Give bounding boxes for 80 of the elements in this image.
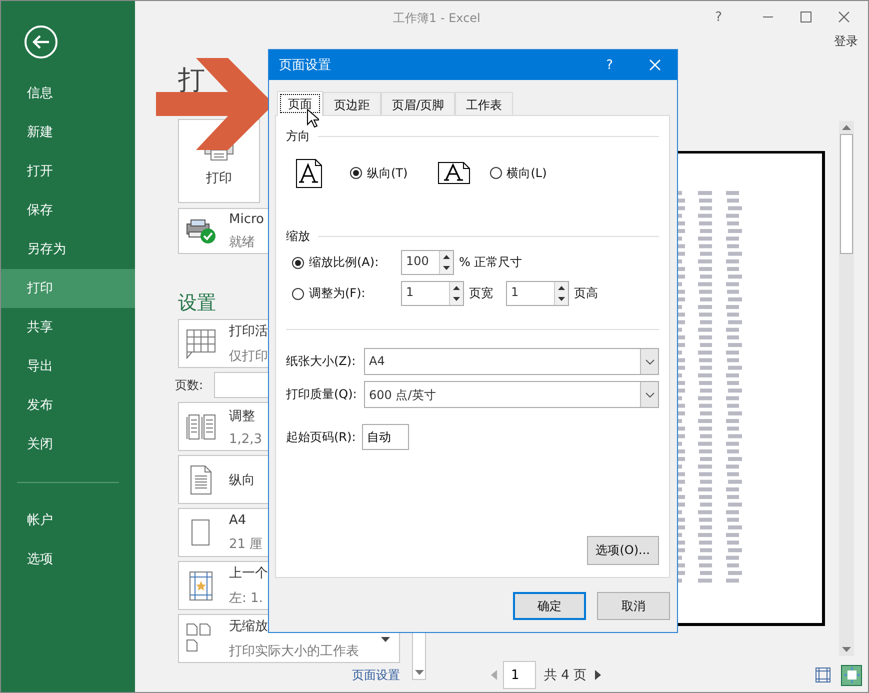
caret-icon [381, 637, 390, 642]
landscape-page-icon [438, 162, 470, 184]
help-button[interactable]: ? [606, 58, 613, 72]
sidebar-item[interactable]: 共享 [1, 308, 135, 347]
cancel-button[interactable]: 取消 [597, 592, 670, 620]
setting-title: A4 [229, 512, 248, 528]
section-heading: 方向 [286, 128, 310, 145]
pages-wide-label: 页宽 [469, 285, 493, 302]
tab[interactable]: 页边距 [323, 92, 381, 117]
sidebar-item[interactable]: 关闭 [1, 425, 135, 464]
chevron-down-icon[interactable] [644, 392, 654, 398]
window-title: 工作簿1 - Excel [393, 10, 480, 27]
radio-label: 纵向(T) [367, 164, 408, 182]
setting-title: 纵向 [229, 472, 255, 488]
setting-title: 调整 [229, 408, 256, 424]
page-count: 共 4 页 [544, 667, 587, 684]
chevron-down-icon[interactable] [644, 358, 654, 364]
sidebar-item[interactable]: 打开 [1, 152, 135, 191]
dropdown[interactable]: A4 [364, 348, 659, 375]
section-heading: 缩放 [286, 228, 310, 245]
page-setup-link[interactable]: 页面设置 [352, 667, 400, 684]
radio-label: 横向(L) [506, 164, 547, 182]
setting-title: 无缩放 [229, 618, 269, 635]
setting-subtitle: 21 厘 [229, 536, 263, 552]
setting-title: 上一个 [229, 565, 268, 582]
radio-button[interactable]: 纵向(T) [350, 164, 408, 182]
sidebar-item[interactable]: 导出 [1, 347, 135, 386]
radio-button[interactable]: 横向(L) [490, 164, 547, 182]
field-label: 起始页码(R): [286, 428, 357, 446]
setting-subtitle: 左: 1. [229, 590, 264, 607]
maximize-icon[interactable] [800, 11, 812, 23]
sidebar-item[interactable]: 新建 [1, 113, 135, 152]
sidebar-item[interactable]: 信息 [1, 74, 135, 113]
first-page-field[interactable]: 自动 [362, 424, 409, 450]
dialog-title: 页面设置 [279, 57, 331, 74]
radio-button[interactable]: 调整为(F): [286, 285, 392, 302]
pages-wide-spinner[interactable]: 1 [401, 281, 464, 306]
sidebar-item[interactable]: 另存为 [1, 230, 135, 269]
zoom-to-page-button[interactable] [841, 664, 862, 686]
back-icon[interactable] [24, 25, 58, 59]
dropdown[interactable]: 600 点/英寸 [364, 381, 659, 408]
scale-spinner[interactable]: 100 [401, 250, 454, 275]
portrait-page-icon [296, 158, 322, 188]
scroll-down-icon[interactable] [842, 647, 851, 652]
scroll-thumb[interactable] [840, 134, 853, 254]
pages-tall-spinner[interactable]: 1 [506, 281, 569, 306]
setting-subtitle: 打印实际大小的工作表 [229, 643, 359, 660]
pages-label: 页数: [175, 376, 204, 394]
scroll-bar[interactable] [839, 121, 854, 656]
setting-subtitle: 仅打印 [229, 348, 268, 365]
scale-unit: % 正常尺寸 [459, 254, 522, 271]
setting-title: 打印活 [229, 323, 268, 340]
sidebar-item[interactable]: 打印 [1, 269, 135, 308]
scroll-up-icon[interactable] [842, 125, 851, 130]
tab[interactable]: 页眉/页脚 [381, 92, 456, 117]
radio-label: 调整为(F): [309, 285, 366, 302]
field-label: 打印质量(Q): [286, 386, 358, 403]
page-heading: 打 [178, 64, 205, 98]
page-number-field[interactable]: 1 [503, 661, 536, 689]
sidebar-item[interactable]: 发布 [1, 386, 135, 425]
options-button[interactable]: 选项(O)... [586, 536, 659, 565]
ok-button[interactable]: 确定 [513, 592, 586, 620]
pages-tall-label: 页高 [574, 285, 598, 302]
printer-status: 就绪 [229, 234, 256, 250]
radio-button[interactable]: 缩放比例(A): [286, 254, 392, 271]
help-button[interactable]: ? [715, 10, 722, 24]
sidebar-item[interactable]: 选项 [1, 540, 135, 579]
setting-subtitle: 1,2,3 [229, 432, 262, 446]
field-label: 纸张大小(Z): [286, 353, 357, 370]
radio-label: 缩放比例(A): [309, 254, 379, 271]
tab[interactable]: 工作表 [455, 92, 514, 117]
printer-name: Micro [229, 212, 264, 226]
scroll-down-icon[interactable] [414, 670, 424, 675]
sidebar-item[interactable]: 帐户 [1, 501, 135, 540]
close-icon[interactable] [838, 11, 850, 23]
next-page-icon[interactable] [594, 670, 601, 680]
sign-in-link[interactable]: 登录 [834, 33, 858, 53]
sidebar-item[interactable]: 保存 [1, 191, 135, 230]
tab[interactable]: 页面 [277, 91, 323, 116]
section-heading: 设置 [178, 291, 216, 315]
